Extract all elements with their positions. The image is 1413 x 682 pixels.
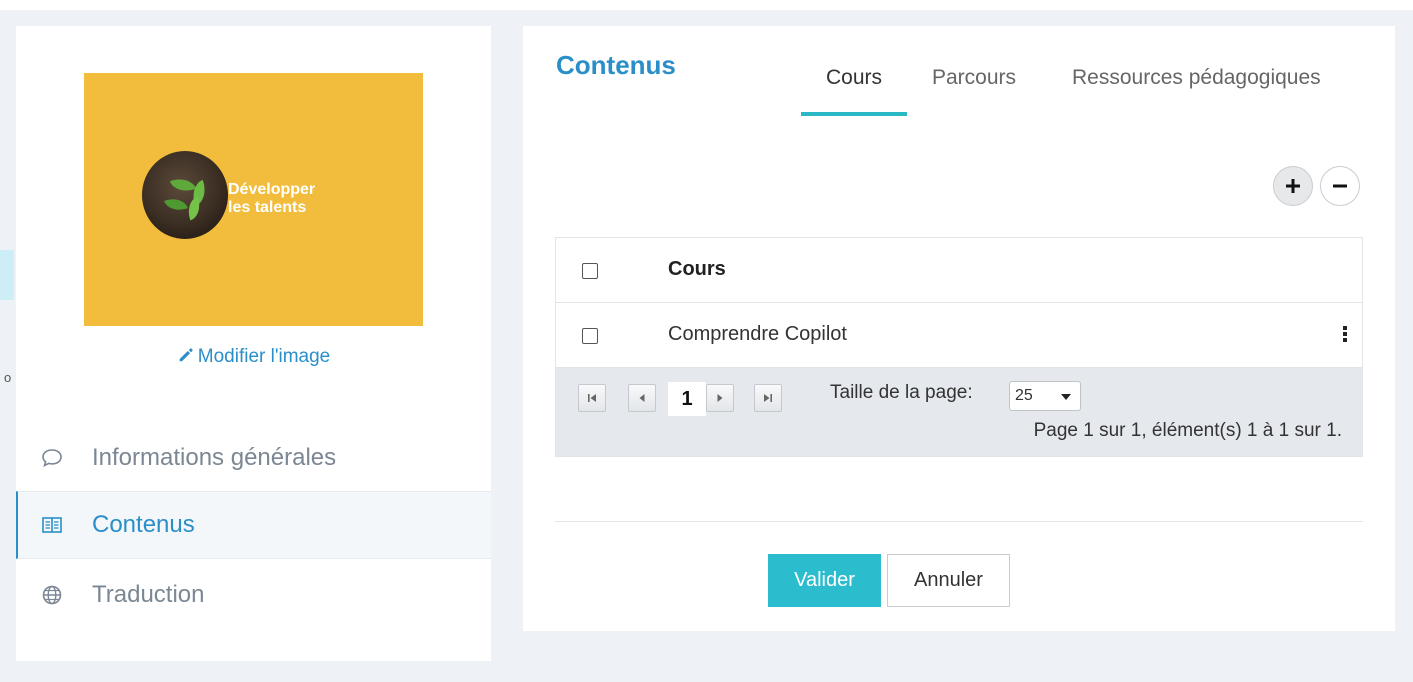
image-caption: Développer les talents [228,181,348,217]
row-checkbox[interactable] [582,328,598,344]
left-edge-mark: o [4,370,12,385]
nav-item-contenus[interactable]: Contenus [16,491,491,559]
courses-grid: Cours Comprendre Copilot 1 Taille de la … [555,237,1363,457]
globe-icon [40,583,64,607]
remove-button[interactable] [1320,166,1360,206]
page-size-value: 25 [1015,387,1033,404]
chevron-down-icon [1061,394,1071,400]
page-info: Page 1 sur 1, élément(s) 1 à 1 sur 1. [1033,420,1342,441]
nav-item-informations-generales[interactable]: Informations générales [16,423,491,491]
next-page-icon [717,394,723,402]
tab-parcours[interactable]: Parcours [932,62,1016,116]
comment-icon [40,446,64,470]
page-size-label: Taille de la page: [830,382,973,403]
left-edge-accent [0,250,14,300]
first-page-button[interactable] [578,384,606,412]
book-icon [40,513,64,537]
last-page-icon [764,394,772,402]
nav-label: Informations générales [92,443,337,471]
grid-header-row: Cours [556,238,1362,303]
modify-image-label: Modifier l'image [197,346,331,367]
course-title-cell: Comprendre Copilot [668,323,847,345]
next-page-button[interactable] [706,384,734,412]
tab-cours[interactable]: Cours [801,62,907,116]
plus-icon [1286,179,1300,193]
image-caption-line2: les talents [228,199,307,216]
add-button[interactable] [1273,166,1313,206]
soil-illustration [142,151,228,239]
page-title: Contenus [556,50,676,80]
grid-pager: 1 Taille de la page: 25 Page 1 sur 1, él… [556,368,1362,456]
minus-icon [1333,184,1347,188]
current-page-number[interactable]: 1 [668,382,706,416]
right-panel: Contenus Cours Parcours Ressources pédag… [523,26,1395,631]
modify-image-link[interactable]: Modifier l'image [16,346,491,368]
previous-page-icon [639,394,645,402]
course-image: Développer les talents [84,73,423,326]
previous-page-button[interactable] [628,384,656,412]
image-caption-line1: Développer [228,181,316,198]
page-size-select[interactable]: 25 [1009,381,1081,411]
first-page-icon [588,394,596,402]
left-panel: Développer les talents Modifier l'image … [16,26,491,661]
row-menu-kebab-icon[interactable] [1338,325,1352,345]
pencil-icon [179,348,193,362]
top-strip [0,0,1413,10]
nav-item-traduction[interactable]: Traduction [16,560,491,628]
column-header-cours[interactable]: Cours [668,258,726,281]
nav-label: Traduction [92,580,205,608]
tab-ressources-pedagogiques[interactable]: Ressources pédagogiques [1072,62,1321,116]
select-all-checkbox[interactable] [582,263,598,279]
nav-label: Contenus [92,511,195,538]
validate-button[interactable]: Valider [768,554,881,607]
divider [555,521,1363,522]
last-page-button[interactable] [754,384,782,412]
table-row[interactable]: Comprendre Copilot [556,303,1362,368]
cancel-button[interactable]: Annuler [887,554,1010,607]
